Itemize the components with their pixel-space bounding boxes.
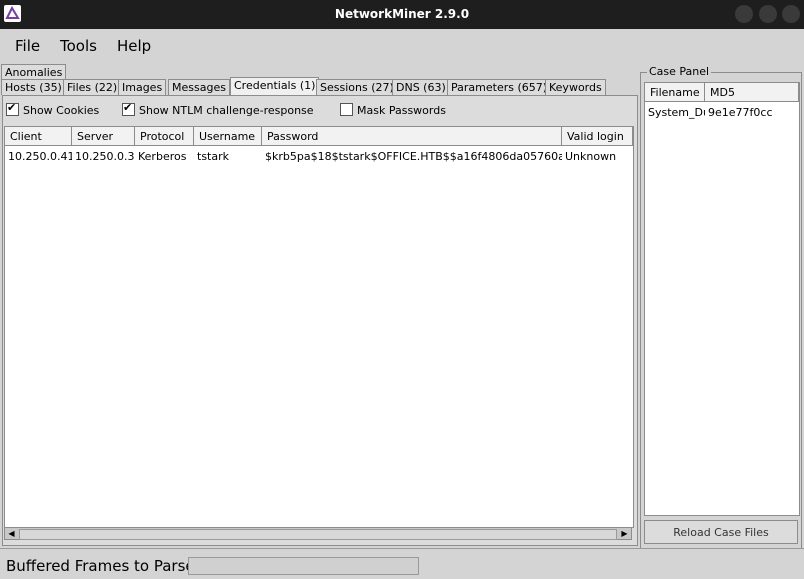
mask-passwords-label: Mask Passwords — [357, 104, 446, 117]
tab-sessions[interactable]: Sessions (27) — [316, 79, 398, 95]
cell-server: 10.250.0.30 — [75, 150, 135, 163]
show-ntlm-label: Show NTLM challenge-response — [139, 104, 314, 117]
cell-md5: 9e1e77f0cc — [708, 106, 773, 119]
cell-protocol: Kerberos — [138, 150, 187, 163]
checkbox-checked-icon[interactable] — [6, 101, 19, 116]
cell-valid-login: Unknown — [565, 150, 617, 163]
title-bar: NetworkMiner 2.9.0 — [0, 0, 804, 29]
tab-hosts[interactable]: Hosts (35) — [1, 79, 66, 95]
column-header-username[interactable]: Username — [194, 127, 262, 146]
column-header-valid-login[interactable]: Valid login — [562, 127, 633, 146]
window-title: NetworkMiner 2.9.0 — [334, 7, 470, 21]
show-ntlm-checkbox[interactable]: Show NTLM challenge-response — [122, 101, 314, 117]
tab-files[interactable]: Files (22) — [63, 79, 122, 95]
tab-parameters[interactable]: Parameters (657) — [447, 79, 552, 95]
tab-images[interactable]: Images — [118, 79, 167, 95]
tab-dns[interactable]: DNS (63) — [392, 79, 450, 95]
column-header-password[interactable]: Password — [262, 127, 562, 146]
maximize-button[interactable] — [759, 5, 777, 23]
status-bar: Buffered Frames to Parse: — [0, 553, 804, 579]
column-header-filename[interactable]: Filename — [645, 83, 705, 102]
menu-help[interactable]: Help — [117, 37, 151, 55]
tab-keywords[interactable]: Keywords — [545, 79, 606, 95]
cell-password: $krb5pa$18$tstark$OFFICE.HTB$$a16f4806da… — [265, 150, 562, 163]
minimize-button[interactable] — [735, 5, 753, 23]
horizontal-scrollbar[interactable]: ◀ ▶ — [4, 527, 632, 540]
menu-bar: File Tools Help — [0, 29, 804, 61]
case-panel: Case Panel Filename MD5 System_Du 9e1e77… — [640, 65, 802, 549]
credentials-table[interactable]: Client Server Protocol Username Password… — [4, 126, 634, 528]
buffered-frames-progress — [188, 557, 419, 575]
column-header-server[interactable]: Server — [72, 127, 135, 146]
case-panel-title: Case Panel — [647, 65, 712, 78]
scroll-left-arrow-icon[interactable]: ◀ — [5, 528, 18, 539]
close-button[interactable] — [782, 5, 800, 23]
scrollbar-thumb[interactable] — [19, 529, 617, 540]
case-files-table[interactable]: Filename MD5 System_Du 9e1e77f0cc — [644, 82, 800, 516]
tab-messages[interactable]: Messages — [168, 79, 230, 95]
cell-filename: System_Du — [648, 106, 705, 119]
show-cookies-label: Show Cookies — [23, 104, 100, 117]
menu-tools[interactable]: Tools — [60, 37, 97, 55]
checkbox-checked-icon[interactable] — [122, 101, 135, 116]
column-header-client[interactable]: Client — [5, 127, 72, 146]
show-cookies-checkbox[interactable]: Show Cookies — [6, 101, 100, 117]
reload-case-files-button[interactable]: Reload Case Files — [644, 520, 798, 544]
scroll-right-arrow-icon[interactable]: ▶ — [618, 528, 631, 539]
cell-client: 10.250.0.41 — [8, 150, 72, 163]
status-separator — [0, 548, 804, 549]
column-header-md5[interactable]: MD5 — [705, 83, 799, 102]
menu-file[interactable]: File — [15, 37, 40, 55]
tab-anomalies[interactable]: Anomalies — [1, 64, 67, 80]
tab-credentials[interactable]: Credentials (1) — [230, 77, 320, 95]
column-header-protocol[interactable]: Protocol — [135, 127, 194, 146]
checkbox-unchecked-icon[interactable] — [340, 103, 353, 116]
buffered-frames-label: Buffered Frames to Parse: — [6, 557, 200, 575]
mask-passwords-checkbox[interactable]: Mask Passwords — [340, 103, 446, 117]
cell-username: tstark — [197, 150, 229, 163]
